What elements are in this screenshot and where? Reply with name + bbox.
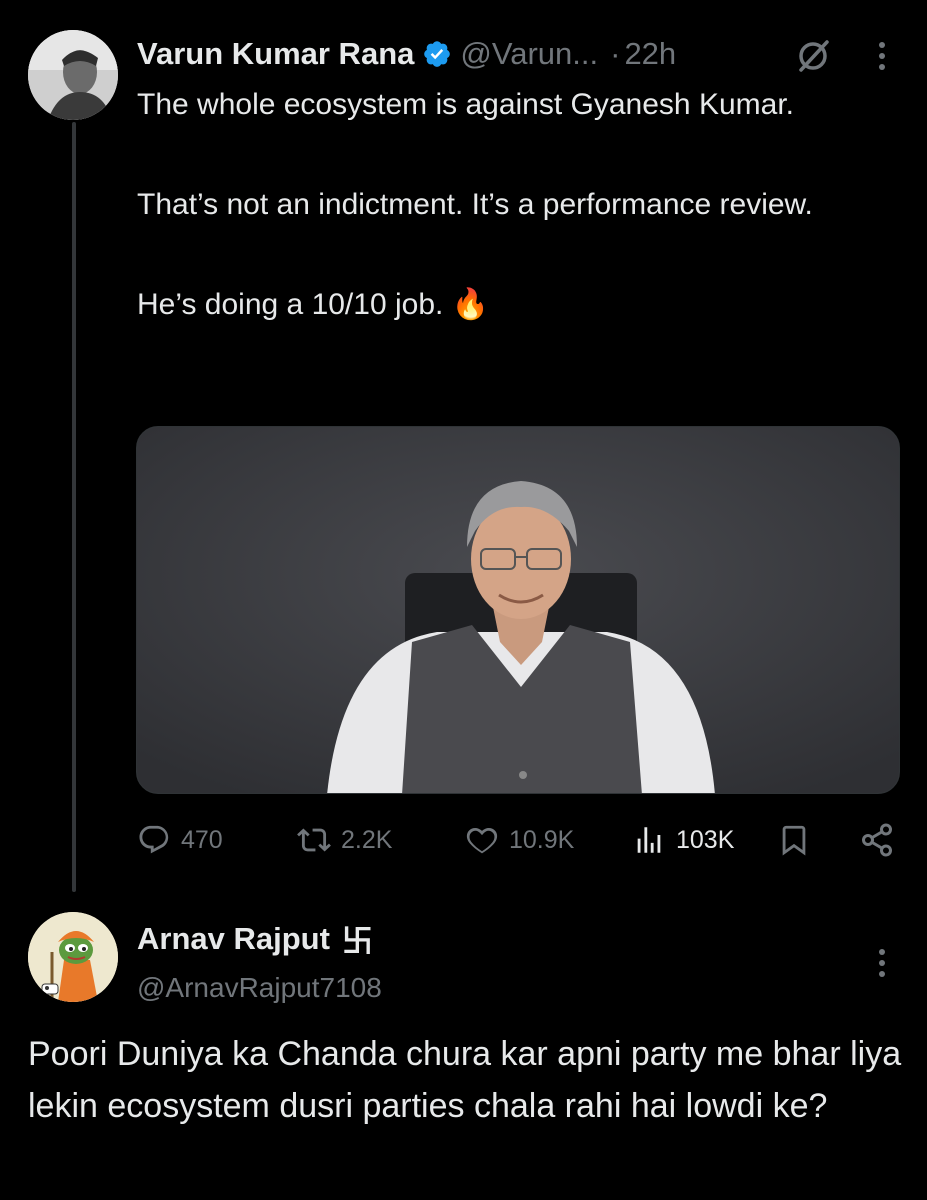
bookmark-icon [782, 825, 806, 856]
views-count: 103K [676, 825, 735, 854]
reply-author-handle[interactable]: @ArnavRajput7108 [137, 972, 382, 1004]
repost-count: 2.2K [341, 825, 393, 854]
separator-dot: · [610, 36, 621, 71]
like-count: 10.9K [509, 825, 575, 854]
more-dots-icon[interactable] [875, 36, 889, 76]
reply-author-name[interactable]: Arnav Rajput [137, 921, 330, 957]
tweet-paragraph: The whole ecosystem is against Gyanesh K… [137, 88, 794, 121]
tweet-body: The whole ecosystem is against Gyanesh K… [137, 80, 897, 330]
grok-icon[interactable] [793, 36, 833, 76]
share-icon [862, 823, 892, 857]
thread-connector-line [72, 122, 76, 892]
reply-author-avatar[interactable] [28, 912, 118, 1002]
author-handle[interactable]: @Varun... [460, 36, 598, 72]
tweet-media-photo[interactable] [136, 426, 900, 794]
tweet-timestamp[interactable]: 22h [624, 36, 676, 72]
reply-body: Poori Duniya ka Chanda chura kar apni pa… [28, 1035, 902, 1125]
reply-count: 470 [181, 825, 223, 854]
views-icon [637, 827, 661, 853]
bookmark-button[interactable] [777, 815, 821, 865]
repost-button[interactable]: 2.2K [297, 815, 392, 865]
author-name[interactable]: Varun Kumar Rana [137, 36, 414, 72]
tweet-header: Varun Kumar Rana @Varun... · 22h [137, 30, 676, 78]
tweet-actions-bar: 470 2.2K 10.9K 103K [137, 815, 897, 865]
verified-badge-icon [422, 39, 452, 69]
tweet-paragraph: That’s not an indictment. It’s a perform… [137, 188, 813, 221]
views-button[interactable]: 103K [632, 815, 734, 865]
share-button[interactable] [859, 815, 905, 865]
reply-header: Arnav Rajput 卐 [137, 916, 373, 961]
reply-author-badge: 卐 [341, 924, 373, 959]
more-dots-icon[interactable] [875, 943, 889, 983]
like-button[interactable]: 10.9K [465, 815, 574, 865]
reply-icon [139, 825, 169, 854]
tweet-paragraph: He’s doing a 10/10 job. 🔥 [137, 288, 490, 321]
author-avatar[interactable] [28, 30, 118, 120]
repost-icon [297, 828, 331, 852]
reply-button[interactable]: 470 [137, 815, 223, 865]
heart-icon [466, 827, 498, 854]
